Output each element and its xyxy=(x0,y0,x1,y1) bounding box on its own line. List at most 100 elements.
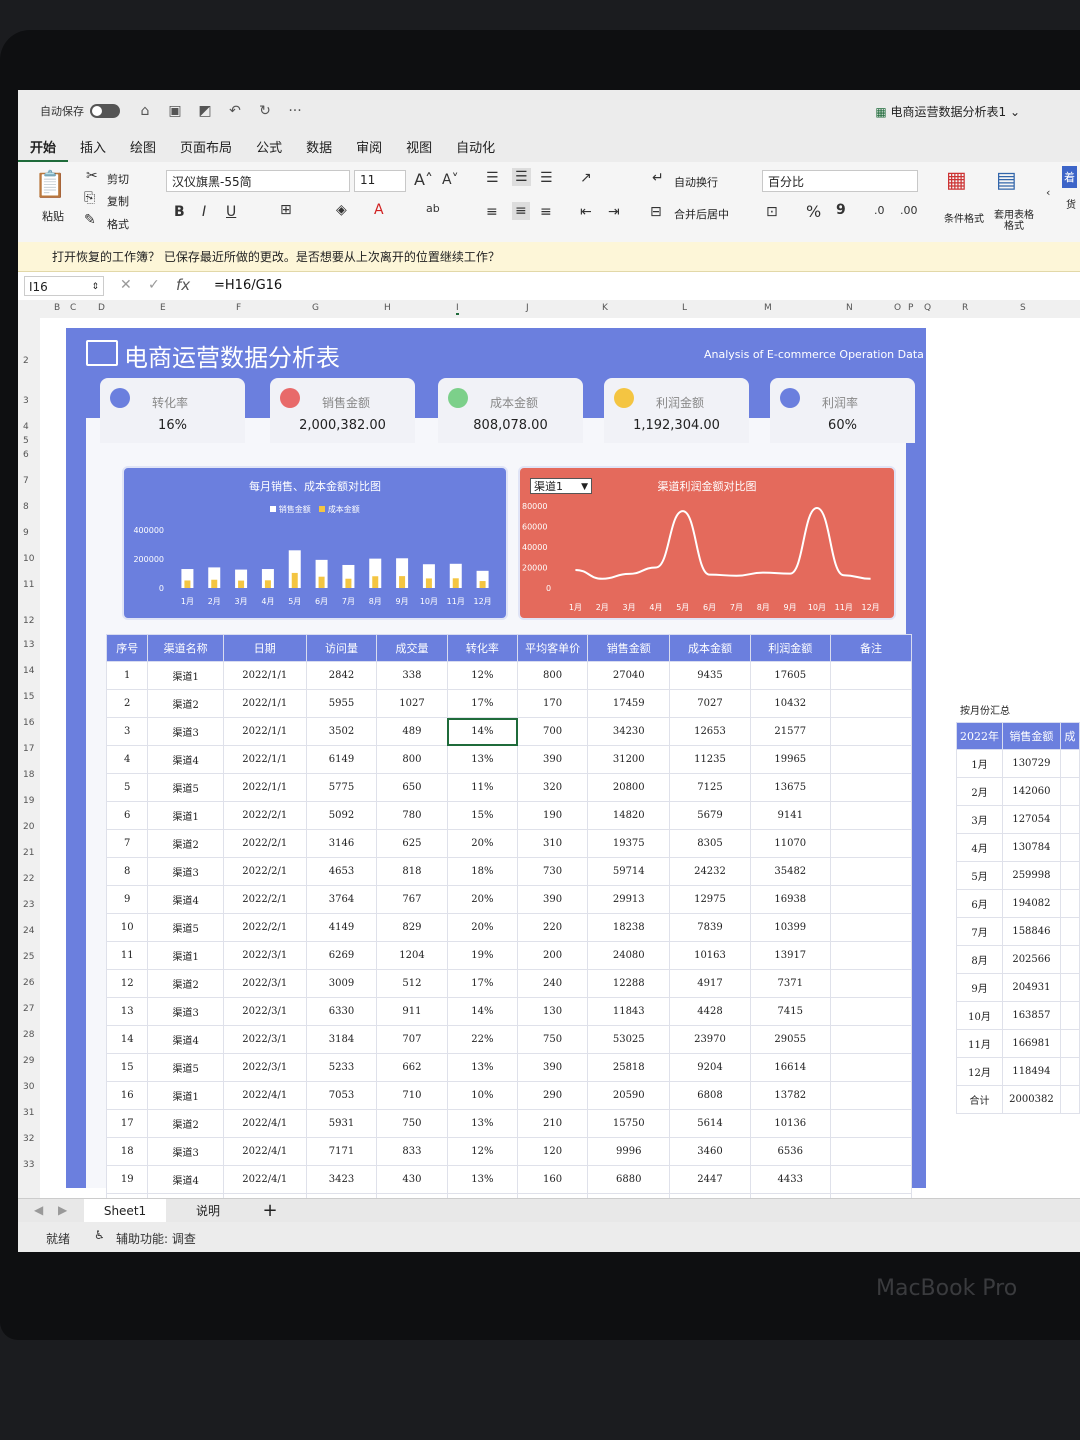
table-cell[interactable]: 202566 xyxy=(1002,945,1061,974)
align-top-icon[interactable]: ☰ xyxy=(486,170,499,186)
bar-cost[interactable] xyxy=(318,576,325,588)
table-cell[interactable]: 3764 xyxy=(305,885,378,914)
column-header[interactable]: 成本金额 xyxy=(669,634,751,662)
table-cell[interactable]: 2000382 xyxy=(1002,1085,1061,1114)
table-cell[interactable]: 16 xyxy=(105,1081,149,1110)
table-cell[interactable]: 310 xyxy=(517,829,589,858)
table-cell[interactable] xyxy=(1059,945,1080,974)
row-header[interactable]: 14 xyxy=(23,666,34,676)
align-right-icon[interactable]: ≡ xyxy=(540,204,552,220)
table-cell[interactable]: 9 xyxy=(105,885,149,914)
ribbon-collapse-icon[interactable]: ‹ xyxy=(1046,186,1050,199)
table-cell[interactable]: 20800 xyxy=(587,773,671,802)
col-header[interactable]: R xyxy=(962,303,968,313)
redo-icon[interactable]: ↻ xyxy=(254,101,276,121)
table-cell[interactable]: 118494 xyxy=(1002,1057,1061,1086)
table-cell[interactable]: 15% xyxy=(446,801,519,830)
table-cell[interactable]: 13% xyxy=(446,1165,519,1194)
table-cell[interactable]: 833 xyxy=(376,1137,448,1166)
table-cell[interactable]: 10% xyxy=(446,1081,519,1110)
table-cell[interactable] xyxy=(829,913,913,942)
copy-button[interactable]: 复制 xyxy=(107,193,129,209)
table-cell[interactable]: 390 xyxy=(517,745,589,774)
table-cell[interactable]: 2 xyxy=(105,689,149,718)
table-cell[interactable]: 渠道4 xyxy=(147,745,224,774)
col-header[interactable]: C xyxy=(70,303,76,313)
table-cell[interactable] xyxy=(829,745,913,774)
table-cell[interactable]: 13782 xyxy=(749,1081,831,1110)
bar-cost[interactable] xyxy=(238,580,245,588)
table-cell[interactable]: 21577 xyxy=(749,717,831,746)
row-header[interactable]: 10 xyxy=(23,554,34,564)
table-cell[interactable]: 2022/4/1 xyxy=(222,1081,307,1110)
table-cell[interactable]: 5233 xyxy=(305,1053,378,1082)
table-cell[interactable]: 18 xyxy=(105,1137,149,1166)
table-cell[interactable] xyxy=(829,1109,913,1138)
col-header[interactable]: K xyxy=(602,303,608,313)
paste-button[interactable]: 粘贴 xyxy=(42,208,64,224)
table-cell[interactable]: 2022/2/1 xyxy=(222,801,307,830)
table-cell[interactable]: 24232 xyxy=(669,857,751,886)
table-cell[interactable]: 渠道5 xyxy=(147,1053,224,1082)
row-header[interactable]: 23 xyxy=(23,900,34,910)
table-cell[interactable]: 渠道2 xyxy=(147,829,224,858)
tab-data[interactable]: 数据 xyxy=(294,137,344,162)
increase-font-icon[interactable]: A˄ xyxy=(414,170,433,189)
table-cell[interactable] xyxy=(829,969,913,998)
table-cell[interactable]: 12月 xyxy=(955,1057,1004,1086)
table-cell[interactable]: 5679 xyxy=(669,801,751,830)
table-cell[interactable]: 13% xyxy=(446,1053,519,1082)
table-cell[interactable]: 625 xyxy=(376,829,448,858)
col-header[interactable]: F xyxy=(236,303,241,313)
comma-style-button[interactable]: 9 xyxy=(836,202,846,218)
table-cell[interactable] xyxy=(1059,889,1080,918)
table-cell[interactable] xyxy=(829,997,913,1026)
table-cell[interactable] xyxy=(1059,1085,1080,1114)
table-cell[interactable]: 163857 xyxy=(1002,1001,1061,1030)
table-cell[interactable]: 8 xyxy=(105,857,149,886)
tab-insert[interactable]: 插入 xyxy=(68,137,118,162)
font-color-icon[interactable]: A xyxy=(374,202,384,218)
table-cell[interactable]: 3184 xyxy=(305,1025,378,1054)
row-header[interactable]: 21 xyxy=(23,848,34,858)
save-as-icon[interactable]: ◩ xyxy=(194,101,216,121)
table-cell[interactable]: 渠道3 xyxy=(147,997,224,1026)
row-header[interactable]: 26 xyxy=(23,978,34,988)
row-header[interactable]: 25 xyxy=(23,952,34,962)
increase-indent-icon[interactable]: ⇥ xyxy=(608,204,620,220)
table-cell[interactable]: 220 xyxy=(517,913,589,942)
table-cell[interactable]: 渠道5 xyxy=(147,773,224,802)
name-box[interactable]: I16 ⇕ xyxy=(24,276,104,296)
autosave-toggle[interactable] xyxy=(90,104,120,118)
table-cell[interactable]: 17 xyxy=(105,1109,149,1138)
table-cell[interactable]: 662 xyxy=(376,1053,448,1082)
next-sheet-icon[interactable]: ▶ xyxy=(58,1203,67,1217)
table-cell[interactable]: 19% xyxy=(446,941,519,970)
decrease-font-icon[interactable]: A˅ xyxy=(442,172,459,188)
formula-input[interactable]: =H16/G16 xyxy=(214,278,282,293)
table-cell[interactable]: 18238 xyxy=(587,913,671,942)
tab-page-layout[interactable]: 页面布局 xyxy=(168,137,244,162)
italic-button[interactable]: I xyxy=(202,204,206,220)
table-cell[interactable]: 259998 xyxy=(1002,861,1061,890)
tab-draw[interactable]: 绘图 xyxy=(118,137,168,162)
table-cell[interactable]: 6536 xyxy=(749,1137,831,1166)
table-cell[interactable]: 渠道1 xyxy=(147,661,224,690)
row-header[interactable]: 28 xyxy=(23,1030,34,1040)
table-cell[interactable]: 160 xyxy=(517,1165,589,1194)
table-cell[interactable]: 390 xyxy=(517,885,589,914)
font-name-select[interactable]: 汉仪旗黑-55简 xyxy=(166,170,350,192)
table-cell[interactable]: 11235 xyxy=(669,745,751,774)
row-header[interactable]: 18 xyxy=(23,770,34,780)
column-header[interactable]: 渠道名称 xyxy=(147,634,224,662)
table-cell[interactable]: 190 xyxy=(517,801,589,830)
accessibility-icon[interactable]: ♿ xyxy=(94,1228,105,1242)
table-cell[interactable]: 13917 xyxy=(749,941,831,970)
table-cell[interactable]: 10月 xyxy=(955,1001,1004,1030)
table-cell[interactable]: 11% xyxy=(446,773,519,802)
table-cell[interactable]: 1027 xyxy=(376,689,448,718)
table-cell[interactable]: 2022/3/1 xyxy=(222,1025,307,1054)
table-cell[interactable] xyxy=(1059,805,1080,834)
tab-formulas[interactable]: 公式 xyxy=(244,137,294,162)
format-painter-icon[interactable]: ✎ xyxy=(84,212,96,228)
